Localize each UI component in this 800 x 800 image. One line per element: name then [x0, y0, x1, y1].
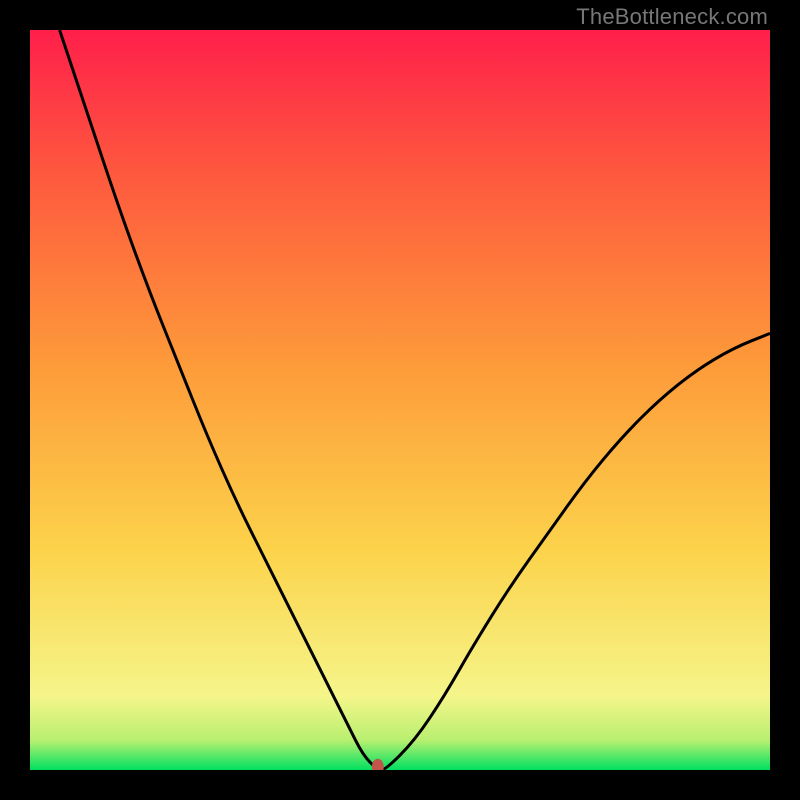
watermark-text: TheBottleneck.com	[576, 4, 768, 30]
chart-frame: TheBottleneck.com	[0, 0, 800, 800]
chart-svg	[30, 30, 770, 770]
plot-area	[30, 30, 770, 770]
